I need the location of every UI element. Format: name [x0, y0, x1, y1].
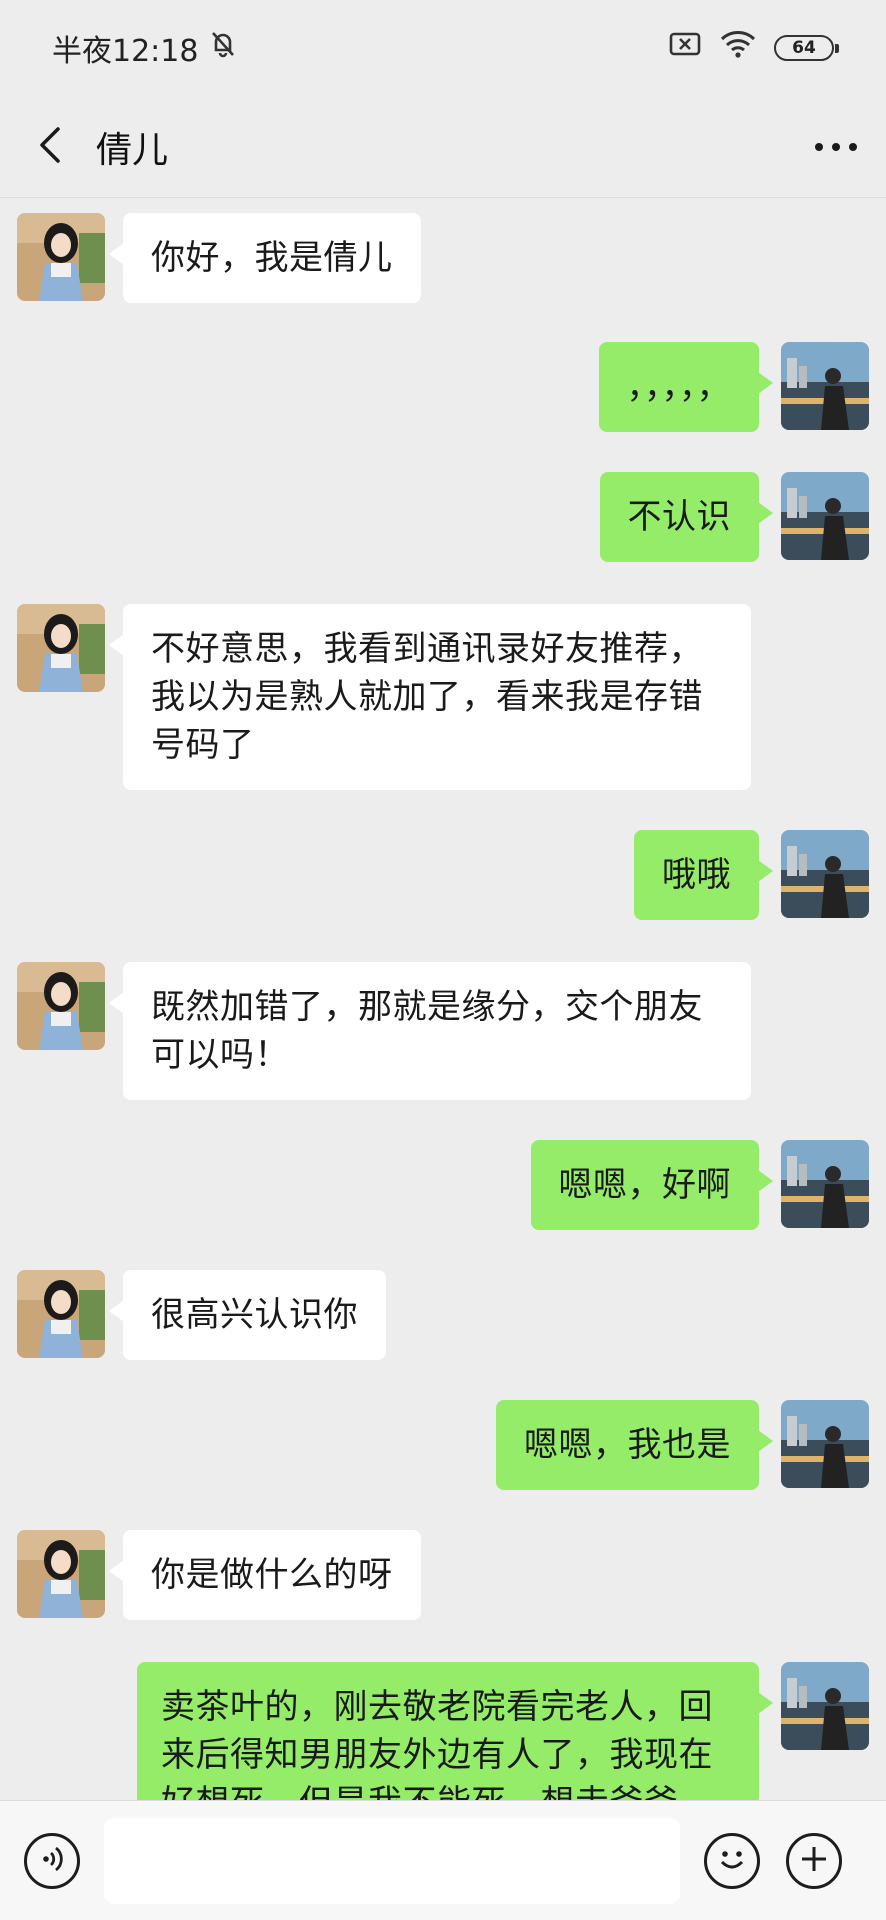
self-avatar[interactable]: [781, 1400, 869, 1488]
message-bubble-incoming[interactable]: 你好，我是倩儿: [109, 213, 421, 303]
more-functions-button[interactable]: [786, 1832, 842, 1889]
chevron-left-icon: [36, 125, 66, 169]
message-list[interactable]: 你好，我是倩儿 ，，，，， 不认识 不好意思，我看到通讯录好友推荐，我以为是熟人…: [0, 198, 886, 1800]
self-avatar[interactable]: [781, 472, 869, 560]
voice-icon: [35, 1842, 69, 1880]
contact-avatar[interactable]: [17, 213, 105, 301]
plus-icon: [798, 1843, 830, 1879]
self-avatar[interactable]: [781, 1140, 869, 1228]
self-avatar[interactable]: [781, 830, 869, 918]
status-bar: 半夜12:18 64: [0, 0, 886, 96]
wifi-icon: [720, 30, 756, 66]
message-bubble-incoming[interactable]: 你是做什么的呀: [109, 1530, 421, 1620]
more-button[interactable]: [786, 96, 886, 198]
contact-avatar[interactable]: [17, 962, 105, 1050]
emoji-button[interactable]: [704, 1832, 760, 1889]
message-bubble-incoming[interactable]: 既然加错了，那就是缘分，交个朋友可以吗！: [109, 962, 751, 1100]
chat-title: 倩儿: [96, 129, 169, 171]
status-time: 半夜12:18: [52, 34, 199, 69]
message-bubble-incoming[interactable]: 不好意思，我看到通讯录好友推荐，我以为是熟人就加了，看来我是存错号码了: [109, 604, 751, 790]
contact-avatar[interactable]: [17, 604, 105, 692]
input-bar: [0, 1800, 886, 1920]
more-dots-icon: [814, 137, 858, 156]
self-avatar[interactable]: [781, 342, 869, 430]
back-button[interactable]: [6, 96, 96, 198]
message-bubble-incoming[interactable]: 很高兴认识你: [109, 1270, 386, 1360]
battery-icon: 64: [774, 35, 839, 61]
message-bubble-outgoing[interactable]: 卖茶叶的，刚去敬老院看完老人，回来后得知男朋友外边有人了，我现在好想死，但是我不…: [137, 1662, 773, 1800]
message-bubble-outgoing[interactable]: 嗯嗯，我也是: [496, 1400, 773, 1490]
self-avatar[interactable]: [781, 1662, 869, 1750]
message-bubble-outgoing[interactable]: 不认识: [599, 472, 773, 562]
chat-header: 倩儿: [0, 96, 886, 198]
contact-avatar[interactable]: [17, 1530, 105, 1618]
sim-off-icon: [668, 30, 702, 66]
contact-avatar[interactable]: [17, 1270, 105, 1358]
message-bubble-outgoing[interactable]: 哦哦: [634, 830, 773, 920]
mute-bell-icon: [208, 29, 238, 67]
message-bubble-outgoing[interactable]: 嗯嗯，好啊: [530, 1140, 773, 1230]
message-bubble-outgoing[interactable]: ，，，，，: [598, 342, 773, 432]
emoji-icon: [712, 1839, 752, 1883]
voice-button[interactable]: [24, 1832, 80, 1889]
message-input[interactable]: [104, 1817, 680, 1904]
